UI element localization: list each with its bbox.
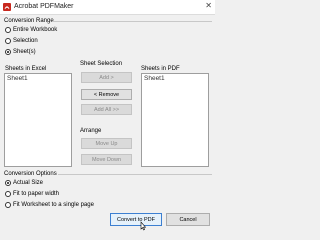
remove-button[interactable]: < Remove [81, 89, 132, 100]
radio-fit-paper-width[interactable] [5, 191, 11, 197]
convert-to-pdf-button[interactable]: Convert to PDF [110, 213, 162, 226]
close-icon[interactable]: ✕ [205, 1, 212, 10]
radio-actual-size[interactable] [5, 180, 11, 186]
sheet-selection-heading: Sheet Selection [80, 61, 123, 67]
conversion-options-heading: Conversion Options [4, 171, 57, 177]
radio-selection[interactable] [5, 38, 11, 44]
sheets-in-pdf-list[interactable]: Sheet1 [141, 73, 209, 167]
radio-label-fit-paper-width: Fit to paper width [13, 191, 60, 197]
radio-label-fit-single-page: Fit Worksheet to a single page [13, 202, 94, 208]
radio-label-actual-size: Actual Size [13, 180, 44, 186]
radio-label-entire-workbook: Entire Workbook [13, 27, 58, 33]
move-up-button[interactable]: Move Up [81, 138, 132, 149]
arrange-heading: Arrange [80, 128, 102, 134]
add-all-button[interactable]: Add All >> [81, 104, 132, 115]
radio-entire-workbook[interactable] [5, 27, 11, 33]
move-down-button[interactable]: Move Down [81, 154, 132, 165]
radio-fit-single-page[interactable] [5, 202, 11, 208]
add-button[interactable]: Add > [81, 72, 132, 83]
list-item[interactable]: Sheet1 [142, 74, 208, 83]
radio-sheets[interactable] [5, 49, 11, 55]
acrobat-icon [3, 3, 11, 11]
conversion-range-heading: Conversion Range [4, 18, 54, 24]
cancel-button[interactable]: Cancel [166, 213, 210, 226]
conversion-range-divider [52, 21, 212, 22]
sheets-in-pdf-heading: Sheets in PDF [141, 66, 180, 72]
radio-label-sheets: Sheet(s) [13, 49, 36, 55]
mouse-cursor-icon [140, 221, 147, 233]
title-bar: Acrobat PDFMaker ✕ [0, 0, 215, 15]
sheets-in-excel-list[interactable]: Sheet1 [4, 73, 72, 167]
window-title: Acrobat PDFMaker [14, 3, 74, 10]
radio-label-selection: Selection [13, 38, 38, 44]
sheets-in-excel-heading: Sheets in Excel [5, 66, 47, 72]
conversion-options-divider [58, 174, 212, 175]
list-item[interactable]: Sheet1 [5, 74, 71, 83]
